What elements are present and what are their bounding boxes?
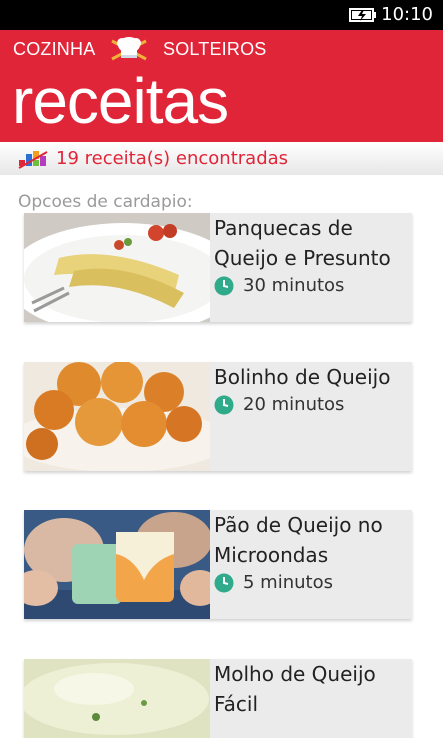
- recipe-title: Panquecas de Queijo e Presunto: [214, 216, 391, 270]
- page-title: receitas: [12, 65, 229, 137]
- clock-time: 10:10: [381, 4, 433, 25]
- recipe-info: Molho de Queijo Fácil: [214, 659, 408, 719]
- recipe-title: Pão de Queijo no Microondas: [214, 513, 383, 567]
- results-icon: [18, 151, 48, 169]
- recipe-card[interactable]: Panquecas de Queijo e Presunto 30 minuto…: [24, 213, 412, 322]
- recipe-image-cheese-balls: [24, 362, 210, 471]
- section-label: Opcoes de cardapio:: [18, 192, 193, 212]
- clock-icon: [214, 395, 234, 414]
- chef-hat-logo-icon: [111, 37, 147, 61]
- recipe-image-cheese-sauce: [24, 659, 210, 738]
- recipe-info: Pão de Queijo no Microondas 5 minutos: [214, 510, 408, 593]
- recipe-time: 5 minutos: [243, 572, 333, 593]
- recipe-image-crepes: [24, 213, 210, 322]
- battery-charging-icon: [349, 8, 376, 22]
- recipe-info: Bolinho de Queijo 20 minutos: [214, 362, 408, 415]
- recipe-time: 20 minutos: [243, 394, 345, 415]
- recipe-title: Bolinho de Queijo: [214, 365, 391, 389]
- recipe-card[interactable]: Bolinho de Queijo 20 minutos: [24, 362, 412, 471]
- recipe-title: Molho de Queijo Fácil: [214, 662, 376, 716]
- clock-icon: [214, 276, 234, 295]
- brand-name-left: COZINHA: [13, 39, 96, 59]
- results-count-bar: 19 receita(s) encontradas: [0, 142, 443, 175]
- recipe-time: 30 minutos: [243, 275, 345, 296]
- status-bar: 10:10: [0, 0, 443, 30]
- results-count-text: 19 receita(s) encontradas: [56, 148, 289, 169]
- brand-name-right: SOLTEIROS: [163, 39, 267, 59]
- recipe-info: Panquecas de Queijo e Presunto 30 minuto…: [214, 213, 408, 296]
- recipe-time-row: 5 minutos: [214, 572, 408, 593]
- recipe-time-row: 20 minutos: [214, 394, 408, 415]
- recipe-time-row: 30 minutos: [214, 275, 408, 296]
- recipe-card[interactable]: Pão de Queijo no Microondas 5 minutos: [24, 510, 412, 619]
- app-header: COZINHA SOLTEIROS receitas: [0, 30, 443, 142]
- clock-icon: [214, 573, 234, 592]
- recipe-card[interactable]: Molho de Queijo Fácil: [24, 659, 412, 738]
- recipe-image-mugs: [24, 510, 210, 619]
